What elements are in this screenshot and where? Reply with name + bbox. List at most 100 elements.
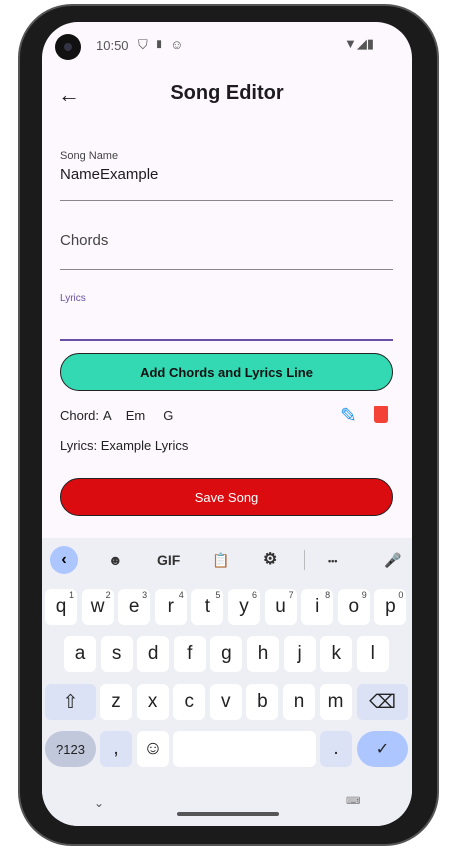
key-label: l bbox=[370, 643, 375, 664]
key-label: n bbox=[293, 691, 305, 712]
key[interactable]: o9 bbox=[337, 589, 370, 625]
song-name-value: NameExample bbox=[60, 166, 159, 183]
key[interactable]: k bbox=[320, 636, 353, 672]
key-label: x bbox=[147, 691, 158, 712]
chord: A bbox=[103, 408, 112, 423]
delete-icon[interactable] bbox=[374, 406, 388, 423]
key[interactable]: q1 bbox=[45, 589, 77, 625]
status-time: 10:50 bbox=[96, 38, 129, 53]
key-label: m bbox=[327, 691, 344, 712]
key-label: s bbox=[111, 643, 122, 664]
key-hint: 0 bbox=[398, 590, 404, 600]
key[interactable]: n bbox=[283, 684, 315, 720]
key-label: p bbox=[385, 596, 396, 617]
key-label: j bbox=[297, 643, 302, 664]
key-label: h bbox=[257, 643, 269, 664]
key-hint: 9 bbox=[361, 590, 367, 600]
key[interactable]: u7 bbox=[264, 589, 297, 625]
lyrics-line: Lyrics: Example Lyrics bbox=[60, 438, 189, 453]
key[interactable]: t5 bbox=[191, 589, 224, 625]
key[interactable]: v bbox=[209, 684, 242, 720]
lyrics-label: Lyrics bbox=[60, 293, 86, 304]
shift-key[interactable]: ⇧ bbox=[45, 684, 96, 720]
edit-icon[interactable]: ✎ bbox=[340, 403, 357, 428]
key-label: c bbox=[184, 691, 194, 712]
key-label: z bbox=[111, 691, 121, 712]
key[interactable]: i8 bbox=[301, 589, 334, 625]
song-name-field[interactable]: Song Name NameExample bbox=[60, 150, 393, 201]
comma-key[interactable]: , bbox=[100, 731, 132, 767]
save-song-button[interactable]: Save Song bbox=[60, 478, 393, 516]
key[interactable]: b bbox=[246, 684, 279, 720]
screen: 10:50 ⛉▮☺ ▼◢▮ ← Song Editor Song Name Na… bbox=[42, 22, 412, 826]
key-label: o bbox=[348, 596, 360, 617]
settings-gear-icon[interactable]: ⚙ bbox=[263, 549, 277, 569]
key[interactable]: m bbox=[319, 684, 352, 720]
key[interactable]: a bbox=[64, 636, 96, 672]
key[interactable]: p0 bbox=[374, 589, 407, 625]
chord-prefix: Chord: bbox=[60, 408, 100, 423]
signal-battery-icons: ▼◢▮ bbox=[344, 36, 375, 51]
keyboard: ‹ ☻ GIF 📋 ⚙ ••• 🎤 q1w2e3r4t5y6u7i8o9p0as… bbox=[42, 538, 412, 826]
key-hint: 1 bbox=[68, 590, 74, 600]
lyrics-field[interactable]: Lyrics bbox=[60, 290, 393, 341]
page-title: Song Editor bbox=[170, 82, 284, 104]
home-indicator[interactable] bbox=[177, 812, 279, 816]
key[interactable]: s bbox=[100, 636, 133, 672]
key-hint: 3 bbox=[142, 590, 148, 600]
keyboard-switch-icon[interactable]: ⌨ bbox=[346, 796, 360, 807]
key[interactable]: x bbox=[136, 684, 169, 720]
period-key[interactable]: . bbox=[320, 731, 352, 767]
sticker-icon[interactable]: ☻ bbox=[108, 552, 123, 568]
key-label: w bbox=[90, 596, 105, 617]
backspace-key[interactable]: ⌫ bbox=[357, 684, 408, 720]
key[interactable]: e3 bbox=[118, 589, 151, 625]
gif-button[interactable]: GIF bbox=[157, 552, 180, 568]
key[interactable]: j bbox=[283, 636, 316, 672]
key[interactable]: w2 bbox=[81, 589, 114, 625]
key-label: e bbox=[128, 596, 140, 617]
clipboard-icon[interactable]: 📋 bbox=[212, 552, 229, 569]
emoji-key[interactable]: ☺ bbox=[137, 731, 169, 767]
chord: G bbox=[163, 408, 174, 423]
microphone-icon[interactable]: 🎤 bbox=[384, 552, 401, 569]
key-label: d bbox=[147, 643, 159, 664]
key-label: f bbox=[187, 643, 193, 664]
key-hint: 5 bbox=[215, 590, 221, 600]
key[interactable]: l bbox=[356, 636, 389, 672]
key[interactable]: r4 bbox=[154, 589, 187, 625]
key-label: v bbox=[221, 691, 231, 712]
symbols-key[interactable]: ?123 bbox=[45, 731, 96, 767]
key[interactable]: c bbox=[173, 684, 206, 720]
key-hint: 2 bbox=[105, 590, 111, 600]
key-hint: 7 bbox=[288, 590, 294, 600]
key[interactable]: d bbox=[137, 636, 170, 672]
hide-keyboard-icon[interactable]: ⌄ bbox=[94, 796, 104, 810]
key-hint: 6 bbox=[251, 590, 257, 600]
chords-field[interactable]: Chords bbox=[60, 222, 393, 270]
collapse-toolbar-icon[interactable]: ‹ bbox=[50, 546, 78, 574]
key-label: t bbox=[204, 596, 211, 617]
more-button[interactable]: ••• bbox=[328, 556, 337, 566]
space-key[interactable] bbox=[173, 731, 316, 767]
chord-line: Chord: A Em G bbox=[60, 408, 173, 423]
key-label: y bbox=[239, 596, 249, 617]
key-label: b bbox=[257, 691, 268, 712]
toolbar-divider bbox=[304, 550, 305, 570]
key-hint: 4 bbox=[178, 590, 184, 600]
song-name-label: Song Name bbox=[60, 150, 119, 162]
key[interactable]: z bbox=[100, 684, 132, 720]
key[interactable]: y6 bbox=[228, 589, 260, 625]
camera bbox=[55, 34, 81, 60]
add-line-button[interactable]: Add Chords and Lyrics Line bbox=[60, 353, 393, 391]
enter-key[interactable]: ✓ bbox=[357, 731, 408, 767]
key-label: g bbox=[221, 643, 232, 664]
chords-placeholder: Chords bbox=[60, 232, 109, 249]
key[interactable]: g bbox=[210, 636, 243, 672]
key-label: a bbox=[74, 643, 86, 664]
key[interactable]: f bbox=[173, 636, 206, 672]
key-label: q bbox=[55, 596, 67, 617]
key-label: u bbox=[275, 596, 286, 617]
key[interactable]: h bbox=[247, 636, 279, 672]
key-label: k bbox=[331, 643, 341, 664]
